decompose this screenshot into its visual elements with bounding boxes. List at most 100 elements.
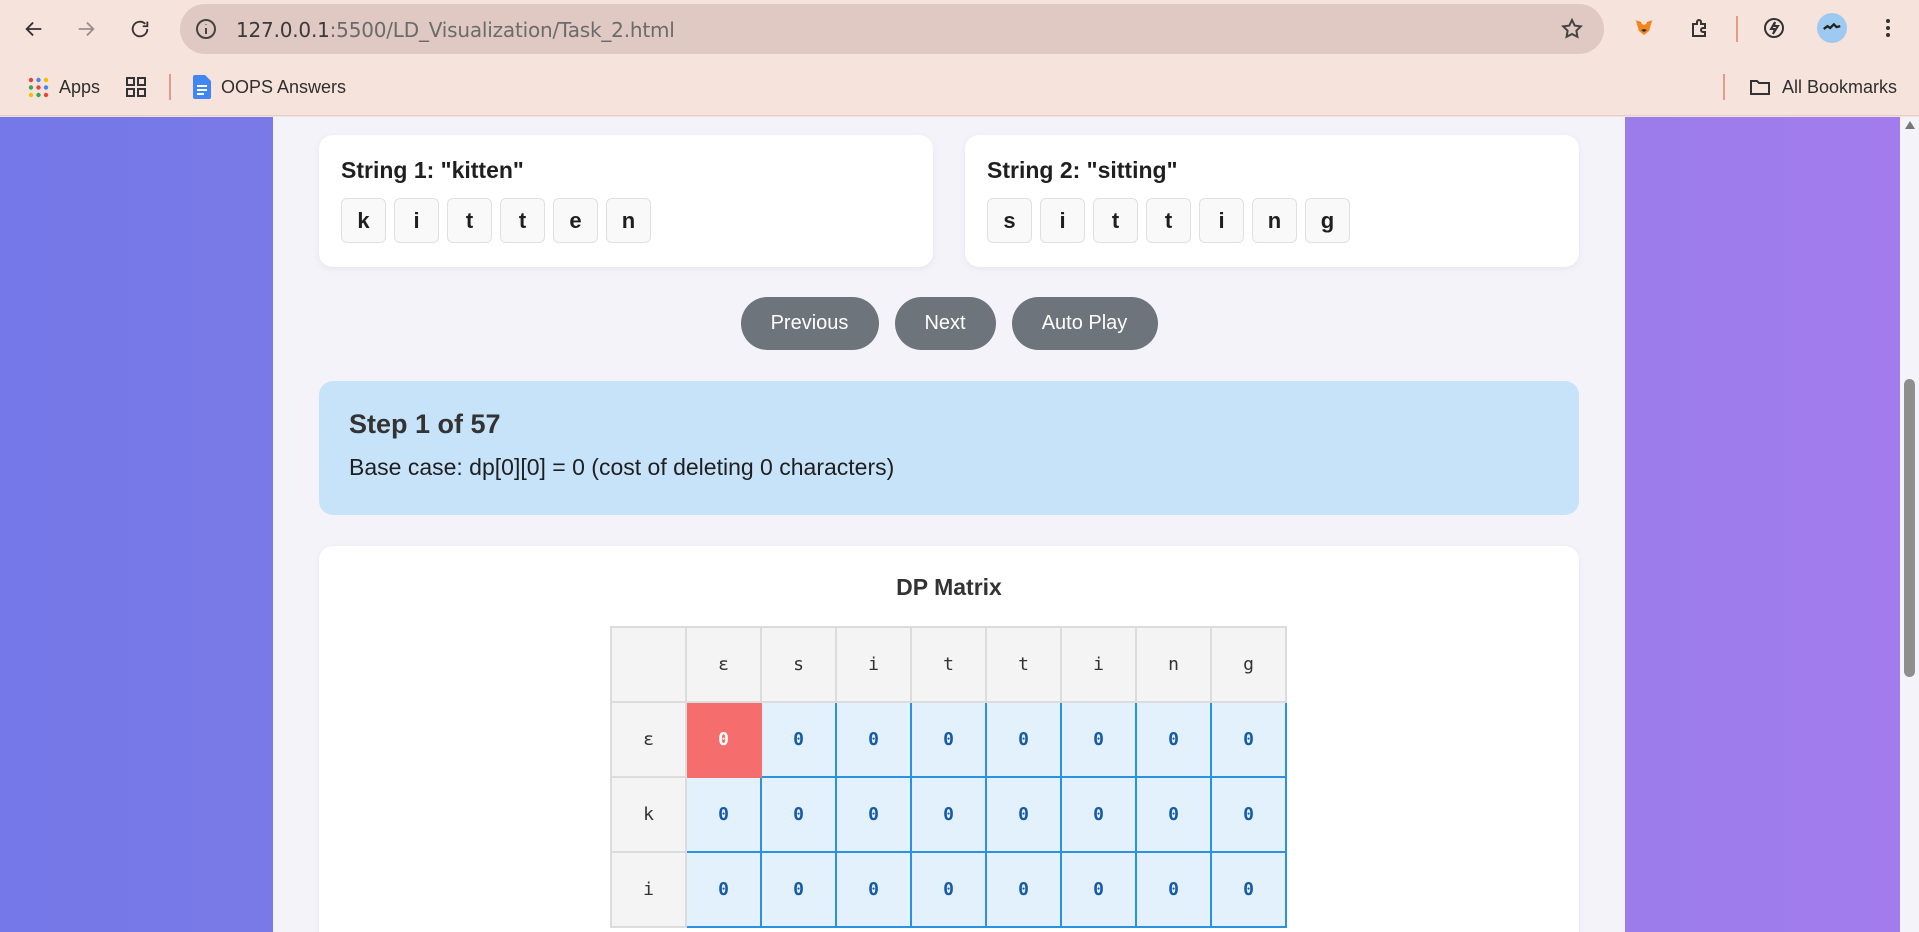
char-box: g bbox=[1305, 198, 1350, 243]
matrix-cell: 0 bbox=[835, 701, 912, 778]
bookmarks-divider-right bbox=[1723, 74, 1725, 100]
metamask-fox-icon[interactable] bbox=[1630, 14, 1658, 42]
page-viewport: String 1: "kitten" kitten String 2: "sit… bbox=[0, 117, 1900, 932]
auto-play-button[interactable]: Auto Play bbox=[1011, 297, 1158, 350]
matrix-cell: 0 bbox=[835, 851, 912, 928]
profile-avatar[interactable] bbox=[1817, 13, 1847, 43]
char-box: e bbox=[553, 198, 598, 243]
matrix-cell: 0 bbox=[760, 776, 837, 853]
next-button[interactable]: Next bbox=[894, 297, 996, 350]
previous-button[interactable]: Previous bbox=[740, 297, 879, 350]
google-docs-icon bbox=[193, 75, 211, 99]
all-bookmarks[interactable]: All Bookmarks bbox=[1748, 72, 1897, 102]
step-info-box: Step 1 of 57 Base case: dp[0][0] = 0 (co… bbox=[319, 381, 1579, 515]
string2-chars: sitting bbox=[987, 198, 1557, 243]
char-box: i bbox=[1040, 198, 1085, 243]
back-icon[interactable] bbox=[16, 11, 52, 47]
bookmark-apps-label: Apps bbox=[59, 76, 101, 97]
matrix-col-header: i bbox=[1060, 626, 1137, 703]
dp-matrix-card: DP Matrix εsittingε00000000k00000000i000… bbox=[319, 546, 1579, 932]
string1-card: String 1: "kitten" kitten bbox=[319, 135, 933, 267]
char-box: n bbox=[1252, 198, 1297, 243]
folder-icon bbox=[1748, 75, 1772, 99]
extensions-puzzle-icon[interactable] bbox=[1686, 14, 1714, 42]
matrix-cell: 0 bbox=[1135, 776, 1212, 853]
matrix-cell: 0 bbox=[1210, 776, 1287, 853]
matrix-col-header: g bbox=[1210, 626, 1287, 703]
char-box: i bbox=[1199, 198, 1244, 243]
bookmarks-bar: Apps OOPS Answers All Bookmarks bbox=[0, 58, 1919, 116]
char-box: t bbox=[1146, 198, 1191, 243]
matrix-row: k00000000 bbox=[610, 776, 1287, 853]
matrix-cell: 0 bbox=[910, 701, 987, 778]
matrix-cell: 0 bbox=[1135, 701, 1212, 778]
matrix-row-header: ε bbox=[610, 701, 687, 778]
char-box: t bbox=[447, 198, 492, 243]
url-text[interactable]: 127.0.0.1:5500/LD_Visualization/Task_2.h… bbox=[236, 18, 675, 42]
char-box: t bbox=[1093, 198, 1138, 243]
bookmark-apps[interactable]: Apps bbox=[28, 72, 100, 102]
scroll-up-arrow-icon[interactable] bbox=[1905, 121, 1915, 129]
matrix-row-header: k bbox=[610, 776, 687, 853]
site-info-icon[interactable] bbox=[194, 17, 218, 41]
browser-toolbar: 127.0.0.1:5500/LD_Visualization/Task_2.h… bbox=[0, 0, 1919, 58]
matrix-title: DP Matrix bbox=[896, 574, 1002, 600]
matrix-col-header: n bbox=[1135, 626, 1212, 703]
step-description: Base case: dp[0][0] = 0 (cost of deletin… bbox=[349, 454, 895, 480]
matrix-row: i00000000 bbox=[610, 851, 1287, 928]
string1-title: String 1: "kitten" bbox=[341, 157, 524, 183]
string2-card: String 2: "sitting" sitting bbox=[965, 135, 1579, 267]
reload-icon[interactable] bbox=[122, 11, 158, 47]
matrix-cell: 0 bbox=[910, 851, 987, 928]
all-bookmarks-label: All Bookmarks bbox=[1782, 76, 1898, 97]
char-box: k bbox=[341, 198, 386, 243]
matrix-cell: 0 bbox=[985, 851, 1062, 928]
matrix-header-row: εsitting bbox=[610, 626, 1287, 703]
matrix-cell: 0 bbox=[685, 851, 762, 928]
matrix-cell: 0 bbox=[760, 851, 837, 928]
performance-bolt-icon[interactable] bbox=[1760, 14, 1788, 42]
matrix-cell: 0 bbox=[835, 776, 912, 853]
address-bar[interactable]: 127.0.0.1:5500/LD_Visualization/Task_2.h… bbox=[180, 4, 1604, 54]
char-box: t bbox=[500, 198, 545, 243]
matrix-col-header: t bbox=[910, 626, 987, 703]
apps-grid-icon bbox=[28, 77, 49, 98]
url-host: 127.0.0.1 bbox=[236, 18, 330, 42]
char-box: s bbox=[987, 198, 1032, 243]
bookmark-star-icon[interactable] bbox=[1560, 17, 1584, 41]
string2-title: String 2: "sitting" bbox=[987, 157, 1178, 183]
matrix-col-header: t bbox=[985, 626, 1062, 703]
matrix-cell: 0 bbox=[685, 776, 762, 853]
char-box: n bbox=[606, 198, 651, 243]
url-path: :5500/LD_Visualization/Task_2.html bbox=[329, 18, 675, 42]
matrix-row-header: i bbox=[610, 851, 687, 928]
matrix-current-cell: 0 bbox=[685, 701, 762, 778]
step-title: Step 1 of 57 bbox=[349, 409, 501, 439]
matrix-cell: 0 bbox=[1060, 851, 1137, 928]
matrix-cell: 0 bbox=[985, 701, 1062, 778]
matrix-col-header: i bbox=[835, 626, 912, 703]
matrix-cell: 0 bbox=[985, 776, 1062, 853]
char-box: i bbox=[394, 198, 439, 243]
dp-matrix-table: εsittingε00000000k00000000i00000000 bbox=[610, 626, 1287, 928]
bookmark-oops-label: OOPS Answers bbox=[221, 76, 347, 97]
matrix-corner-cell bbox=[610, 626, 687, 703]
string1-chars: kitten bbox=[341, 198, 911, 243]
matrix-cell: 0 bbox=[1210, 701, 1287, 778]
scrollbar-thumb[interactable] bbox=[1904, 379, 1915, 677]
matrix-cell: 0 bbox=[1060, 701, 1137, 778]
toolbar-divider bbox=[1736, 16, 1738, 42]
bookmark-oops-answers[interactable]: OOPS Answers bbox=[193, 72, 346, 102]
matrix-cell: 0 bbox=[1210, 851, 1287, 928]
chrome-menu-icon[interactable] bbox=[1874, 14, 1902, 42]
main-container: String 1: "kitten" kitten String 2: "sit… bbox=[273, 117, 1625, 932]
vertical-scrollbar[interactable] bbox=[1900, 117, 1919, 932]
forward-icon[interactable] bbox=[68, 11, 104, 47]
matrix-cell: 0 bbox=[910, 776, 987, 853]
matrix-cell: 0 bbox=[1060, 776, 1137, 853]
step-controls: Previous Next Auto Play bbox=[273, 297, 1625, 350]
bookmarks-divider bbox=[169, 74, 171, 100]
matrix-cell: 0 bbox=[760, 701, 837, 778]
tab-groups-icon[interactable] bbox=[124, 72, 148, 102]
matrix-col-header: s bbox=[760, 626, 837, 703]
